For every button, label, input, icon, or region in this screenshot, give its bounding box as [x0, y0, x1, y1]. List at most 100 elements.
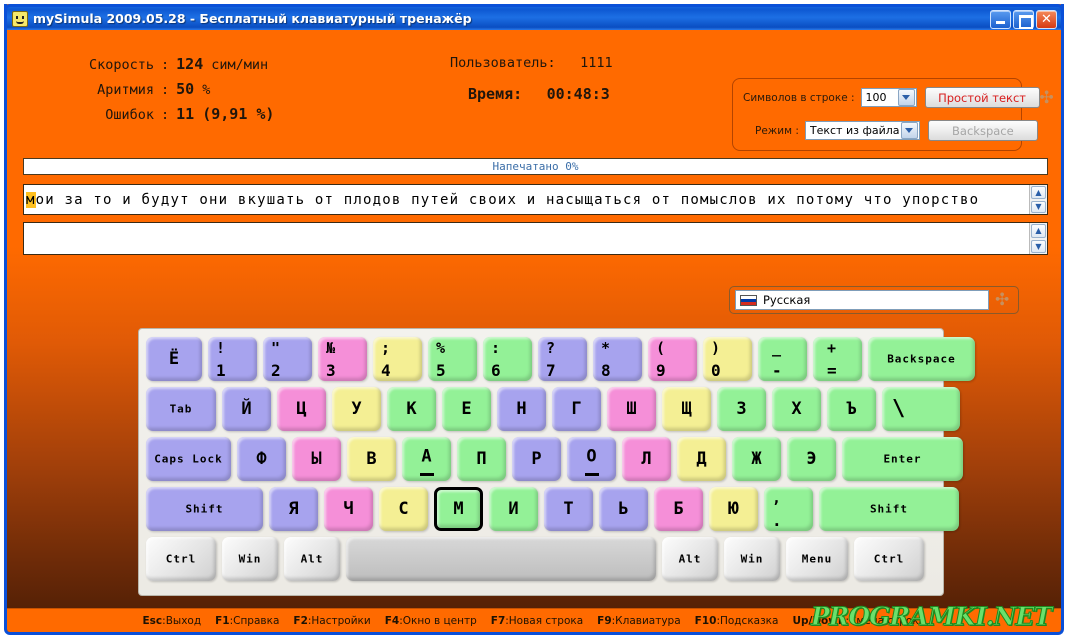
key-backspace[interactable]: Backspace	[868, 337, 975, 381]
scroll-up-icon[interactable]: ▲	[1031, 224, 1046, 238]
key-ru-t[interactable]: Т	[544, 487, 593, 531]
key-bottom-legend: 1	[216, 361, 226, 380]
key-5[interactable]: % 5	[428, 337, 477, 381]
key-ru-s[interactable]: С	[379, 487, 428, 531]
key-enter[interactable]: Enter	[842, 437, 963, 481]
key-ru-yu[interactable]: Ю	[709, 487, 758, 531]
hotkey-action: :Окно в центр	[399, 614, 477, 627]
key-2[interactable]: " 2	[263, 337, 312, 381]
key-top-legend: *	[601, 339, 611, 357]
key-ru-b[interactable]: Б	[654, 487, 703, 531]
arrhythmia-unit: %	[202, 82, 211, 98]
key-lctrl[interactable]: Ctrl	[146, 537, 216, 581]
key-ru-ya[interactable]: Я	[269, 487, 318, 531]
key-ru-r[interactable]: Р	[512, 437, 561, 481]
key-equals[interactable]: + =	[813, 337, 862, 381]
minimize-button[interactable]	[990, 10, 1011, 29]
key-rwin[interactable]: Win	[724, 537, 780, 581]
key-minus[interactable]: _ -	[758, 337, 807, 381]
input-scroll-spinner[interactable]: ▲ ▼	[1029, 223, 1047, 254]
key-ru-n[interactable]: Н	[497, 387, 546, 431]
key-legend: Я	[288, 499, 299, 519]
key-bottom-legend: 2	[271, 361, 281, 380]
key-rshift[interactable]: Shift	[819, 487, 959, 531]
key-ru-g[interactable]: Г	[552, 387, 601, 431]
stat-speed: Скорость : 124 сим/мин	[62, 55, 274, 80]
key-space[interactable]	[346, 537, 656, 581]
key-ru-y[interactable]: Ы	[292, 437, 341, 481]
user-value: 1111	[580, 55, 613, 71]
key-ru-o[interactable]: О	[567, 437, 616, 481]
maximize-button[interactable]	[1013, 10, 1034, 29]
key-ru-u[interactable]: У	[332, 387, 381, 431]
key-3[interactable]: № 3	[318, 337, 367, 381]
key-6[interactable]: :6	[483, 337, 532, 381]
key-ru-hard[interactable]: Ъ	[827, 387, 876, 431]
key-ru-h[interactable]: Х	[772, 387, 821, 431]
mode-select[interactable]: Текст из файла	[804, 121, 920, 140]
key-ru-p[interactable]: П	[457, 437, 506, 481]
title-bar[interactable]: mySimula 2009.05.28 - Бесплатный клавиат…	[7, 4, 1061, 30]
close-button[interactable]	[1036, 10, 1057, 29]
typing-input-wrapper[interactable]: ▲ ▼	[23, 222, 1048, 255]
key-lwin[interactable]: Win	[222, 537, 278, 581]
key-lalt[interactable]: Alt	[284, 537, 340, 581]
key-ru-ch[interactable]: Ч	[324, 487, 373, 531]
keyboard-row-3: Caps Lock Ф Ы В А П Р О Л Д Ж Э Enter	[146, 437, 963, 481]
key-lshift[interactable]: Shift	[146, 487, 263, 531]
key-legend: К	[406, 399, 417, 419]
key-capslock[interactable]: Caps Lock	[146, 437, 231, 481]
key-ru-z[interactable]: З	[717, 387, 766, 431]
key-backslash[interactable]: \	[882, 387, 960, 431]
key-ru-shch[interactable]: Щ	[662, 387, 711, 431]
key-ru-d[interactable]: Д	[677, 437, 726, 481]
key-ru-soft[interactable]: Ь	[599, 487, 648, 531]
key-ru-e[interactable]: Е	[442, 387, 491, 431]
scroll-down-icon[interactable]: ▼	[1031, 239, 1046, 253]
puzzle-icon[interactable]: ✣	[995, 291, 1013, 309]
key-bottom-legend: 0	[711, 361, 721, 380]
key-4[interactable]: ; 4	[373, 337, 422, 381]
chevron-down-icon[interactable]	[897, 89, 915, 106]
key-ru-c[interactable]: Ц	[277, 387, 326, 431]
backspace-button[interactable]: Backspace	[927, 120, 1038, 141]
keyboard-row-5: Ctrl Win Alt Alt Win Menu Ctrl	[146, 537, 936, 581]
key-7[interactable]: ? 7	[538, 337, 587, 381]
puzzle-icon[interactable]: ✣	[1040, 89, 1058, 107]
key-ru-sh[interactable]: Ш	[607, 387, 656, 431]
key-menu[interactable]: Menu	[786, 537, 848, 581]
key-period[interactable]: ,.	[764, 487, 813, 531]
chevron-down-icon[interactable]	[900, 122, 918, 139]
key-ru-zh[interactable]: Ж	[732, 437, 781, 481]
key-ru-f[interactable]: Ф	[237, 437, 286, 481]
key-label: Shift	[185, 502, 224, 516]
key-tab[interactable]: Tab	[146, 387, 216, 431]
scroll-up-icon[interactable]: ▲	[1031, 186, 1046, 199]
key-ru-eh[interactable]: Э	[787, 437, 836, 481]
key-ru-k[interactable]: К	[387, 387, 436, 431]
source-scroll-spinner[interactable]: ▲ ▼	[1029, 185, 1047, 214]
home-row-marker	[584, 473, 599, 476]
key-ru-j[interactable]: Й	[222, 387, 271, 431]
key-legend: Ю	[728, 499, 739, 519]
key-9[interactable]: (9	[648, 337, 697, 381]
chars-per-line-select[interactable]: 100	[860, 88, 917, 107]
key-0[interactable]: ) 0	[703, 337, 752, 381]
key-8[interactable]: * 8	[593, 337, 642, 381]
language-select[interactable]: Русская	[735, 290, 989, 310]
virtual-keyboard: Ё! 1 " 2 № 3; 4% 5:6? 7 * 8(9) 0 _ - + = Backspace Tab Й Ц У…	[138, 328, 975, 596]
key-label: Backspace	[887, 352, 956, 366]
key-ralt[interactable]: Alt	[662, 537, 718, 581]
plain-text-button[interactable]: Простой текст	[924, 87, 1040, 108]
key-1[interactable]: ! 1	[208, 337, 257, 381]
typing-input[interactable]	[24, 223, 1029, 254]
scroll-down-icon[interactable]: ▼	[1031, 200, 1046, 213]
key-tilde[interactable]: Ё	[146, 337, 202, 381]
key-ru-m[interactable]: М	[434, 487, 483, 531]
hotkey-f9: F9:Клавиатура	[597, 615, 681, 627]
key-ru-i[interactable]: И	[489, 487, 538, 531]
key-ru-a[interactable]: А	[402, 437, 451, 481]
key-ru-v[interactable]: В	[347, 437, 396, 481]
key-rctrl[interactable]: Ctrl	[854, 537, 924, 581]
key-ru-l[interactable]: Л	[622, 437, 671, 481]
